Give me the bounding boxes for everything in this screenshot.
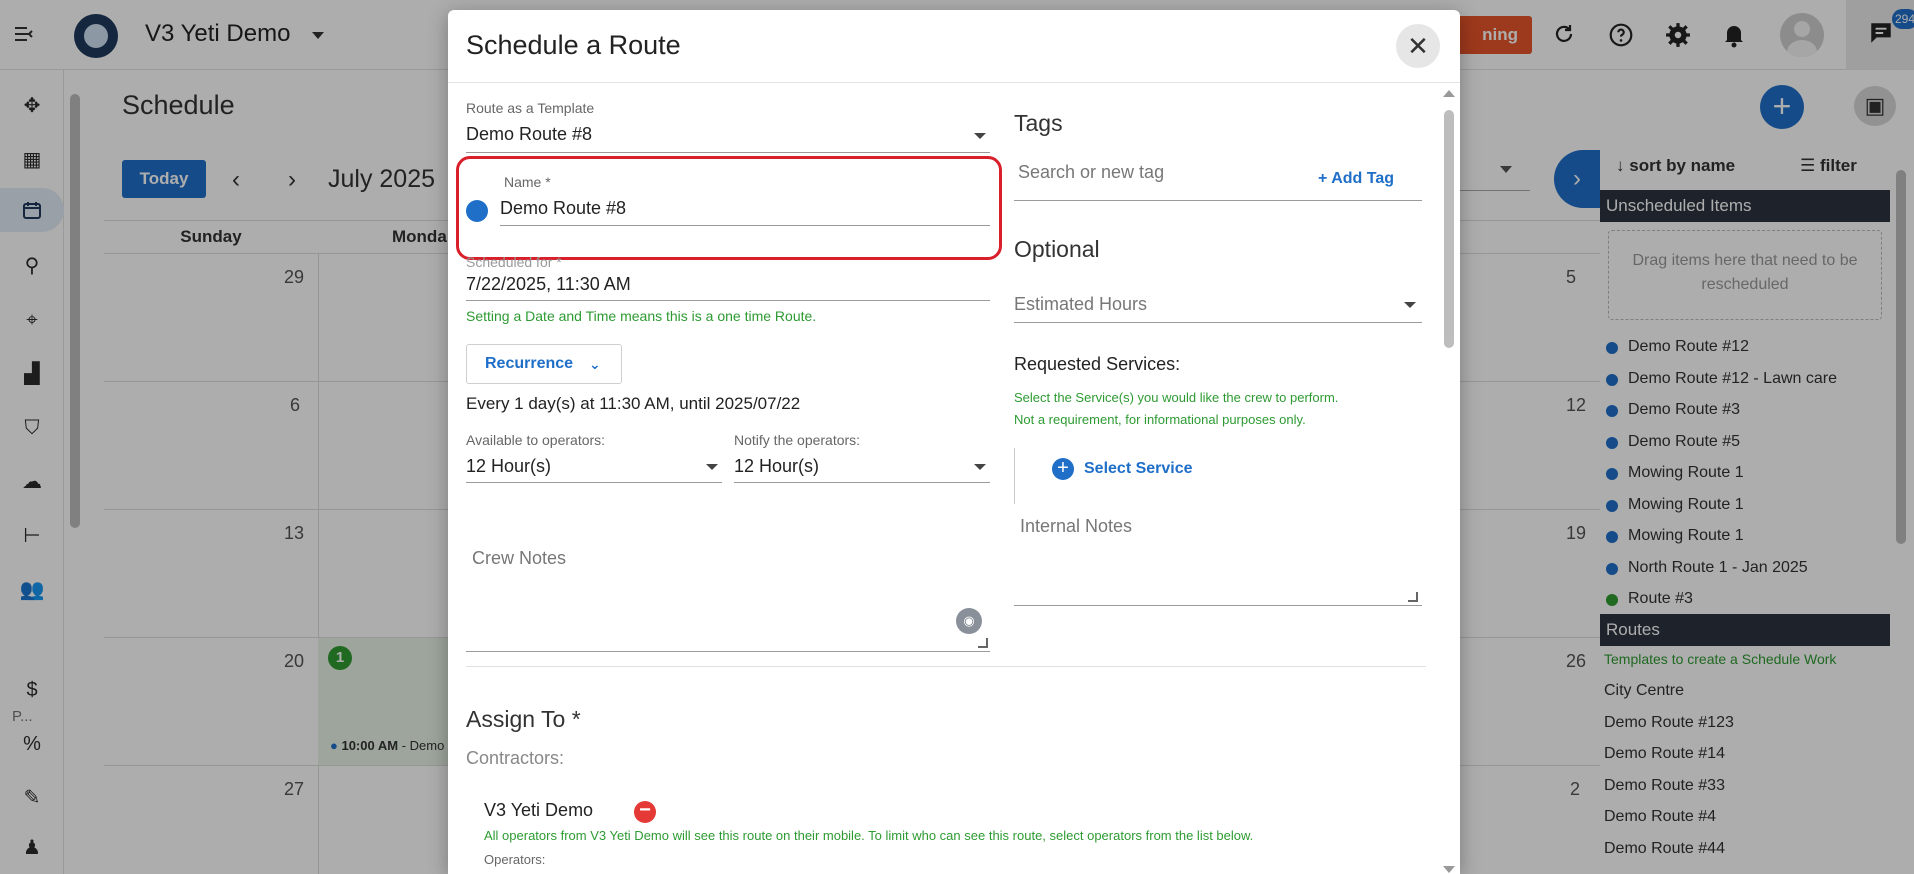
schedule-route-dialog: Schedule a Route ✕ Route as a Template D… — [448, 10, 1460, 874]
services-hint: Not a requirement, for informational pur… — [1014, 412, 1306, 427]
scheduled-input[interactable]: 7/22/2025, 11:30 AM — [466, 274, 631, 295]
notify-dropdown-icon[interactable] — [974, 464, 986, 470]
plus-circle-icon[interactable]: + — [1052, 458, 1074, 480]
one-time-hint: Setting a Date and Time means this is a … — [466, 308, 817, 324]
template-dropdown-icon[interactable] — [974, 133, 986, 139]
plus-icon: + — [1318, 170, 1332, 187]
available-label: Available to operators: — [466, 432, 606, 448]
estimated-hours-dropdown-icon[interactable] — [1404, 302, 1416, 308]
recurrence-summary: Every 1 day(s) at 11:30 AM, until 2025/0… — [466, 394, 801, 413]
contractors-label: Contractors: — [466, 748, 565, 768]
chevron-down-icon: ⌄ — [589, 356, 601, 372]
name-input[interactable]: Demo Route #8 — [500, 198, 626, 219]
recurrence-button[interactable]: Recurrence ⌄ — [466, 344, 622, 384]
template-select[interactable]: Demo Route #8 — [466, 124, 592, 145]
estimated-hours-select[interactable]: Estimated Hours — [1014, 294, 1147, 315]
select-service-button[interactable]: Select Service — [1084, 460, 1193, 478]
resize-handle-icon[interactable] — [1408, 592, 1418, 602]
notify-select[interactable]: 12 Hour(s) — [734, 456, 819, 477]
tag-search-input[interactable]: Search or new tag — [1018, 162, 1164, 183]
resize-handle-icon[interactable] — [978, 638, 988, 648]
crew-notes-label: Crew Notes — [472, 548, 567, 568]
requested-services-title: Requested Services: — [1014, 354, 1181, 374]
scheduled-label: Scheduled for * — [466, 254, 562, 270]
optional-title: Optional — [1014, 236, 1100, 262]
available-dropdown-icon[interactable] — [706, 464, 718, 470]
route-color-picker[interactable] — [466, 200, 488, 222]
scroll-up-icon[interactable] — [1443, 90, 1455, 97]
operators-hint: All operators from V3 Yeti Demo will see… — [484, 828, 1254, 843]
scroll-down-icon[interactable] — [1443, 866, 1455, 873]
assign-title: Assign To * — [466, 706, 581, 732]
notify-label: Notify the operators: — [734, 432, 861, 448]
name-label: Name * — [504, 174, 551, 190]
dialog-scrollbar[interactable] — [1444, 110, 1454, 348]
ai-assist-icon[interactable]: ◉ — [956, 608, 982, 634]
operators-label: Operators: — [484, 852, 546, 867]
close-icon[interactable]: ✕ — [1396, 24, 1440, 68]
remove-contractor-icon[interactable]: − — [634, 800, 656, 823]
add-tag-button[interactable]: + Add Tag — [1318, 170, 1394, 188]
internal-notes-label: Internal Notes — [1020, 516, 1133, 536]
services-hint: Select the Service(s) you would like the… — [1014, 390, 1339, 405]
contractor-name: V3 Yeti Demo — [484, 800, 594, 820]
tags-title: Tags — [1014, 110, 1063, 136]
template-label: Route as a Template — [466, 100, 595, 116]
dialog-title: Schedule a Route — [466, 30, 681, 60]
available-select[interactable]: 12 Hour(s) — [466, 456, 551, 477]
